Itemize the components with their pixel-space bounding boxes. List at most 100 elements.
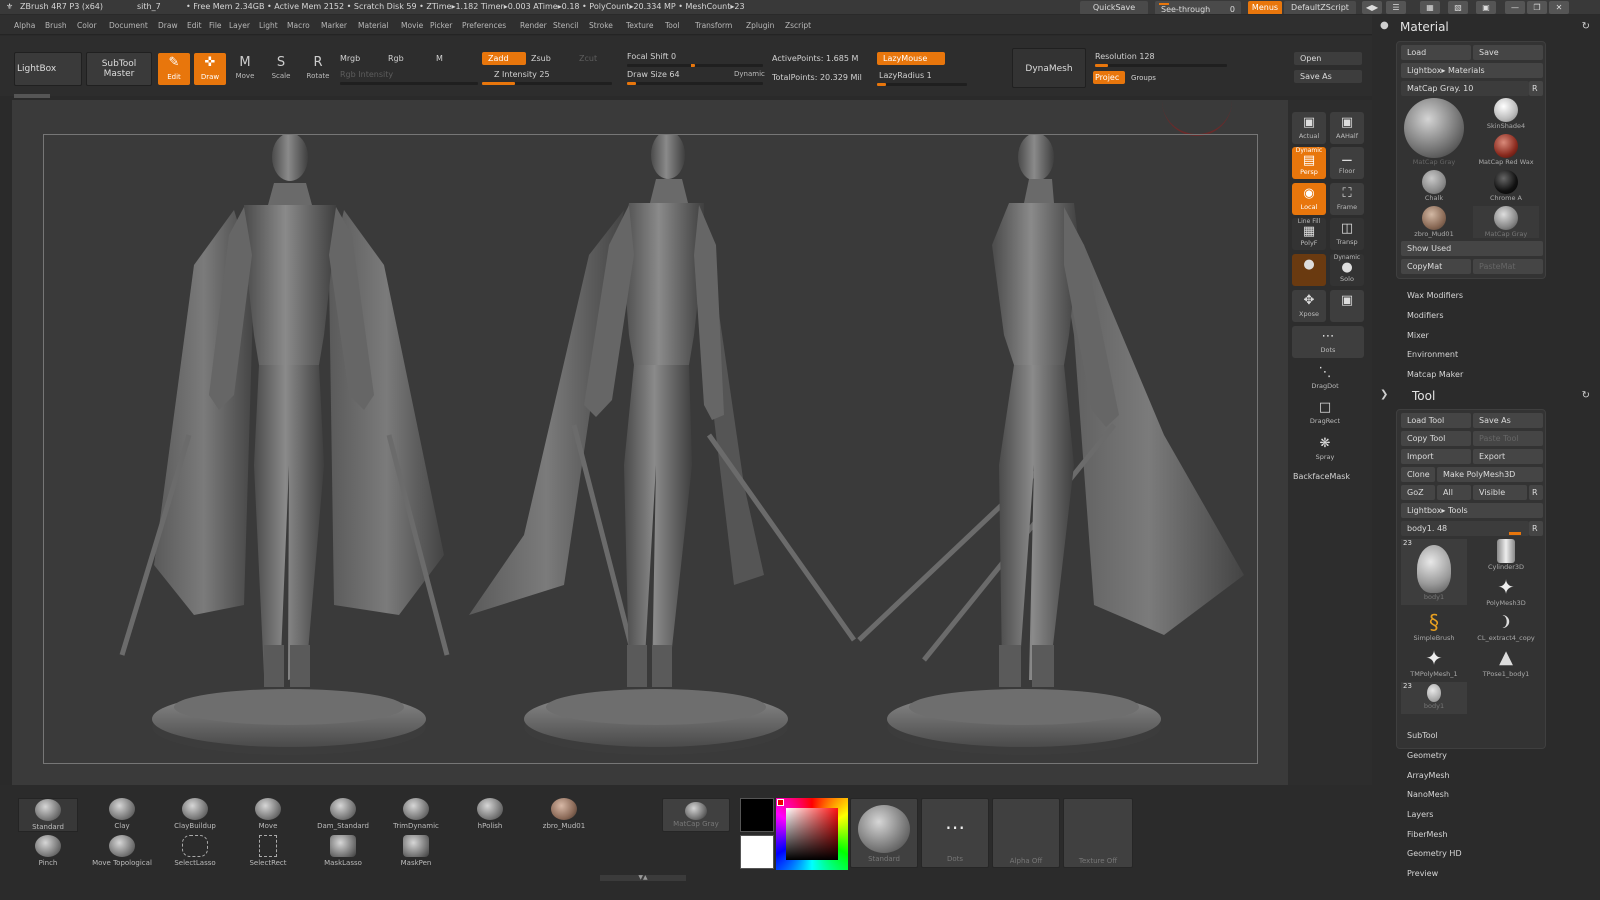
aahalf-button[interactable]: ▣ AAHalf <box>1330 112 1364 144</box>
ghost-button[interactable]: ● <box>1292 254 1326 286</box>
zcut-toggle[interactable]: Zcut <box>579 54 597 63</box>
floor-button[interactable]: ⚊ Floor <box>1330 147 1364 179</box>
subtool-master-button[interactable]: SubTool Master <box>86 52 152 86</box>
menu-item[interactable]: Light <box>259 21 278 30</box>
tool-thumb[interactable]: ❩ CL_extract4_copy <box>1473 610 1539 642</box>
current-brush-button[interactable]: Standard <box>850 798 918 868</box>
menu-item[interactable]: Transform <box>695 21 732 30</box>
lightbox-materials-button[interactable]: Lightbox▸ Materials <box>1401 63 1543 78</box>
tool-thumb[interactable]: ▲ TPose1_body1 <box>1473 646 1539 678</box>
bottom-tray-toggle-icon[interactable]: ▼▲ <box>600 875 686 881</box>
menu-item[interactable]: Marker <box>321 21 347 30</box>
solo-button[interactable]: Dynamic ● Solo <box>1330 254 1364 286</box>
zsub-toggle[interactable]: Zsub <box>531 54 551 63</box>
rgb-intensity-track[interactable] <box>340 82 478 85</box>
shelf-scroll-handle[interactable] <box>14 94 50 98</box>
tool-panel-title[interactable]: Tool <box>1412 389 1435 403</box>
goz-visible-button[interactable]: Visible <box>1473 485 1527 500</box>
project-toggle[interactable]: Projec <box>1093 71 1125 84</box>
alpha-button[interactable]: Alpha Off <box>992 798 1060 868</box>
frame-button[interactable]: ⛶ Frame <box>1330 183 1364 215</box>
draw-button[interactable]: ✜ Draw <box>194 53 226 85</box>
material-load-button[interactable]: Load <box>1401 45 1471 60</box>
brush-slot[interactable]: MaskLasso <box>313 835 373 867</box>
menu-item[interactable]: Movie <box>401 21 423 30</box>
menu-item[interactable]: Draw <box>158 21 178 30</box>
geometry-hd-subpalette[interactable]: Geometry HD <box>1407 849 1462 858</box>
material-thumb[interactable]: Chalk <box>1401 170 1467 202</box>
open-button[interactable]: Open <box>1294 52 1362 65</box>
secondary-color-swatch[interactable] <box>740 835 774 869</box>
default-zscript-button[interactable]: DefaultZScript <box>1284 1 1356 14</box>
menus-button[interactable]: Menus <box>1248 1 1282 14</box>
tool-save-as-button[interactable]: Save As <box>1473 413 1543 428</box>
material-r-button[interactable]: R <box>1529 81 1543 96</box>
xpose-button[interactable]: ✥ Xpose <box>1292 290 1326 322</box>
goz-all-button[interactable]: All <box>1437 485 1471 500</box>
nanomesh-subpalette[interactable]: NanoMesh <box>1407 790 1449 799</box>
copymat-button[interactable]: CopyMat <box>1401 259 1471 274</box>
menu-item[interactable]: Brush <box>45 21 67 30</box>
mrgb-toggle[interactable]: Mrgb <box>340 54 360 63</box>
lazymouse-toggle[interactable]: LazyMouse <box>877 52 945 65</box>
layers-subpalette[interactable]: Layers <box>1407 810 1433 819</box>
brush-slot[interactable]: hPolish <box>460 798 520 830</box>
groups-toggle[interactable]: Groups <box>1131 74 1156 82</box>
edit-button[interactable]: ✎ Edit <box>158 53 190 85</box>
menu-arrows-icon[interactable]: ◀▶ <box>1362 1 1382 14</box>
menu-item[interactable]: Material <box>358 21 388 30</box>
brush-slot[interactable]: ClayBuildup <box>165 798 225 830</box>
navigation-gizmo[interactable] <box>1162 100 1232 136</box>
polyf-button[interactable]: Line Fill ▦ PolyF <box>1292 218 1326 250</box>
menu-item[interactable]: Stencil <box>553 21 578 30</box>
z-intensity-slider[interactable] <box>482 82 612 85</box>
menu-item[interactable]: Zplugin <box>746 21 774 30</box>
menu-item[interactable]: Tool <box>665 21 680 30</box>
local-button[interactable]: ◉ Local <box>1292 183 1326 215</box>
menu-item[interactable]: Texture <box>626 21 653 30</box>
see-through-slider[interactable]: See-through 0 <box>1155 1 1241 14</box>
menu-item[interactable]: Macro <box>287 21 310 30</box>
current-tool-r-button[interactable]: R <box>1529 521 1543 536</box>
menu-item[interactable]: Color <box>77 21 97 30</box>
color-picker-cursor[interactable] <box>777 799 784 806</box>
menu-item[interactable]: Picker <box>430 21 452 30</box>
dots-stroke-button[interactable]: ⋯ Dots <box>1292 326 1364 358</box>
rgb-toggle[interactable]: Rgb <box>388 54 404 63</box>
menu-item[interactable]: Alpha <box>14 21 35 30</box>
tool-refresh-icon[interactable]: ↻ <box>1582 390 1590 401</box>
persp-button[interactable]: Dynamic ▤ Persp <box>1292 147 1326 179</box>
wax-modifiers-subpalette[interactable]: Wax Modifiers <box>1407 291 1463 300</box>
goz-button[interactable]: GoZ <box>1401 485 1435 500</box>
tool-thumb[interactable]: 23 body1 <box>1401 682 1467 714</box>
tool-thumb[interactable]: Cylinder3D <box>1473 539 1539 571</box>
close-icon[interactable]: ✕ <box>1549 1 1569 14</box>
dragrect-button[interactable]: □ DragRect <box>1308 397 1342 429</box>
material-thumb[interactable]: MatCap Red Wax <box>1473 134 1539 166</box>
rgb-intensity-slider[interactable]: Rgb Intensity <box>340 70 393 79</box>
resolution-slider[interactable] <box>1095 64 1227 67</box>
tool-thumb[interactable]: ✦ TMPolyMesh_1 <box>1401 646 1467 678</box>
backfacemask-toggle[interactable]: BackfaceMask <box>1293 472 1350 481</box>
dragdot-button[interactable]: ⋱ DragDot <box>1308 362 1342 394</box>
brush-slot[interactable]: SelectRect <box>238 835 298 867</box>
tool-thumb[interactable]: § SimpleBrush <box>1401 610 1467 642</box>
layout-alt-icon[interactable]: ▧ <box>1448 1 1468 14</box>
brush-slot[interactable]: MaskPen <box>386 835 446 867</box>
mixer-subpalette[interactable]: Mixer <box>1407 331 1429 340</box>
menu-item[interactable]: Layer <box>229 21 250 30</box>
preview-subpalette[interactable]: Preview <box>1407 869 1438 878</box>
brush-slot[interactable]: zbro_Mud01 <box>534 798 594 830</box>
restore-icon[interactable]: ❐ <box>1527 1 1547 14</box>
actual-button[interactable]: ▣ Actual <box>1292 112 1326 144</box>
zadd-toggle[interactable]: Zadd <box>482 52 526 65</box>
brush-slot[interactable]: Standard <box>18 798 78 832</box>
menu-item[interactable]: Preferences <box>462 21 506 30</box>
make-polymesh-button[interactable]: Make PolyMesh3D <box>1437 467 1543 482</box>
tool-thumb[interactable]: ✦ PolyMesh3D <box>1473 575 1539 607</box>
focal-shift-slider[interactable] <box>627 64 763 67</box>
menu-item[interactable]: Render <box>520 21 547 30</box>
brush-slot[interactable]: Dam_Standard <box>313 798 373 830</box>
pastemat-button[interactable]: PasteMat <box>1473 259 1543 274</box>
scale-button[interactable]: S Scale <box>266 54 296 80</box>
